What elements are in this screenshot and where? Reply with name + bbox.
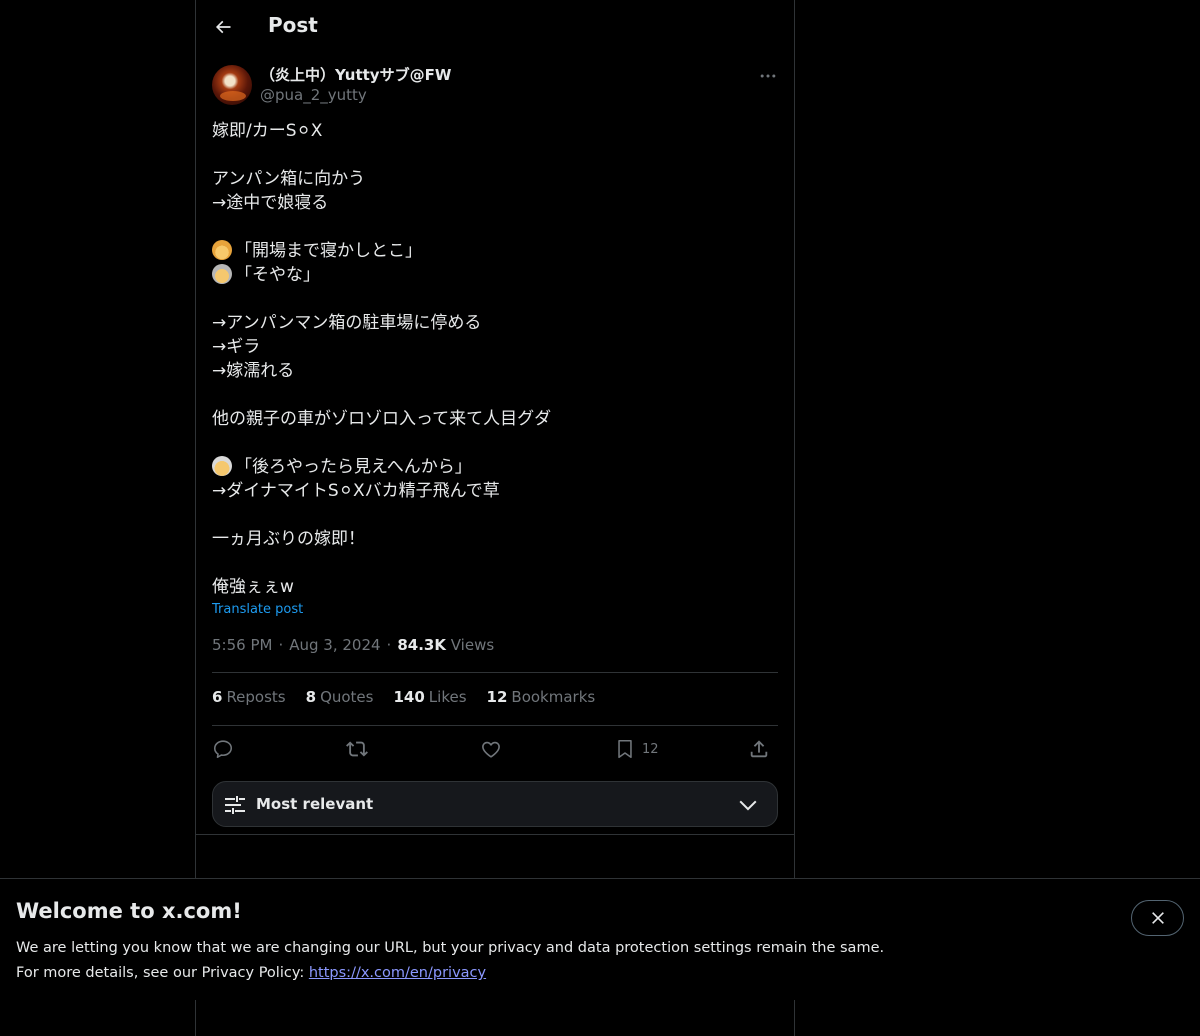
close-banner-button[interactable]: [1131, 900, 1184, 936]
post-line: 一ヵ月ぶりの嫁即！: [212, 529, 365, 549]
post-line: 「開場まで寝かしとこ」: [212, 239, 780, 263]
like-button[interactable]: [480, 736, 502, 762]
post-line: →嫁濡れる: [212, 361, 295, 381]
post-line: →ダイナマイトS⚪︎Xバカ精子飛んで草: [212, 481, 500, 501]
banner-line-prefix: For more details, see our Privacy Policy…: [16, 965, 309, 981]
likes-count: 140: [393, 688, 425, 706]
post-line: [212, 287, 780, 311]
separator-dot: ·: [386, 636, 392, 654]
banner-title: Welcome to x.com!: [16, 899, 242, 923]
banner-line: We are letting you know that we are chan…: [16, 940, 885, 956]
more-horizontal-icon: [760, 74, 776, 78]
post-meta: 5:56 PM · Aug 3, 2024 · 84.3K Views: [212, 636, 494, 654]
divider: [196, 834, 794, 835]
post-line: 他の親子の車がゾロゾロ入って来て人目グダ: [212, 409, 552, 429]
banner-line: For more details, see our Privacy Policy…: [16, 961, 884, 986]
post-line: 「後ろやったら見えへんから」: [212, 455, 780, 479]
post-text: 嫁即/カーS⚪︎X アンパン箱に向かう →途中で娘寝る 「開場まで寝かしとこ」 …: [212, 119, 780, 599]
quotes-stat[interactable]: 8 Quotes: [306, 688, 374, 706]
bookmark-button[interactable]: 12: [614, 736, 659, 762]
reply-sort-dropdown[interactable]: Most relevant: [212, 781, 778, 827]
action-bar: 12: [212, 736, 778, 762]
back-button[interactable]: [206, 10, 240, 44]
post-time[interactable]: 5:56 PM: [212, 636, 272, 654]
post-stats: 6 Reposts 8 Quotes 140 Likes 12 Bookmarks: [212, 688, 595, 706]
url-change-banner: Welcome to x.com! We are letting you kno…: [0, 878, 1200, 1000]
sort-label: Most relevant: [256, 795, 374, 813]
divider: [212, 672, 778, 673]
post-line: →途中で娘寝る: [212, 193, 329, 213]
avatar-glow: [220, 91, 246, 101]
post-line: →アンパンマン箱の駐車場に停める: [212, 313, 482, 333]
share-button[interactable]: [748, 736, 770, 762]
post-line: [212, 551, 780, 575]
sliders-icon: [225, 796, 245, 814]
man-emoji: [212, 264, 232, 284]
post-line: [212, 431, 780, 455]
top-bar: Post: [196, 0, 794, 54]
reply-icon: [213, 740, 233, 759]
post-author: （炎上中）Yuttyサブ@FW @pua_2_yutty: [212, 64, 780, 108]
heart-icon: [482, 741, 500, 758]
avatar[interactable]: [212, 65, 252, 105]
post-line: →ギラ: [212, 337, 261, 357]
bookmarks-stat[interactable]: 12 Bookmarks: [487, 688, 596, 706]
post-line: 俺強ぇぇw: [212, 577, 294, 597]
post-line: [212, 215, 780, 239]
reply-button[interactable]: [212, 736, 234, 762]
arrow-left-icon: [215, 20, 231, 34]
views-count: 84.3K: [397, 636, 446, 654]
separator-dot: ·: [278, 636, 284, 654]
post-line: [212, 383, 780, 407]
likes-stat[interactable]: 140 Likes: [393, 688, 466, 706]
banner-text: We are letting you know that we are chan…: [16, 936, 884, 986]
man-emoji: [212, 456, 232, 476]
translate-post-link[interactable]: Translate post: [212, 602, 303, 617]
post-line-text: 「開場まで寝かしとこ」: [235, 241, 422, 261]
post-line: 「そやな」: [212, 263, 780, 287]
quotes-label: Quotes: [320, 688, 374, 706]
reposts-label: Reposts: [226, 688, 286, 706]
bookmark-count: 12: [642, 741, 659, 757]
reposts-stat[interactable]: 6 Reposts: [212, 688, 286, 706]
post-line: [212, 503, 780, 527]
bookmarks-count: 12: [486, 688, 508, 706]
quotes-count: 8: [305, 688, 317, 706]
post-line-text: 「後ろやったら見えへんから」: [235, 457, 472, 477]
share-icon: [750, 740, 768, 758]
repost-icon: [346, 741, 368, 757]
page-title: Post: [268, 13, 318, 37]
repost-button[interactable]: [346, 736, 368, 762]
post-line: アンパン箱に向かう: [212, 169, 366, 189]
more-options-button[interactable]: [756, 64, 780, 88]
views-label: Views: [450, 636, 495, 654]
bookmark-icon: [618, 739, 632, 759]
chevron-down-icon: [739, 800, 757, 811]
post-date[interactable]: Aug 3, 2024: [289, 636, 380, 654]
woman-emoji: [212, 240, 232, 260]
likes-label: Likes: [428, 688, 467, 706]
post-line-text: 「そやな」: [235, 265, 320, 285]
post-line: 嫁即/カーS⚪︎X: [212, 121, 323, 141]
privacy-policy-link[interactable]: https://x.com/en/privacy: [309, 965, 486, 981]
close-icon: [1151, 912, 1164, 924]
post-line: [212, 143, 780, 167]
divider: [212, 725, 778, 726]
reposts-count: 6: [212, 688, 223, 706]
bookmarks-label: Bookmarks: [511, 688, 596, 706]
author-handle[interactable]: @pua_2_yutty: [260, 86, 367, 104]
author-name[interactable]: （炎上中）Yuttyサブ@FW: [260, 64, 451, 85]
